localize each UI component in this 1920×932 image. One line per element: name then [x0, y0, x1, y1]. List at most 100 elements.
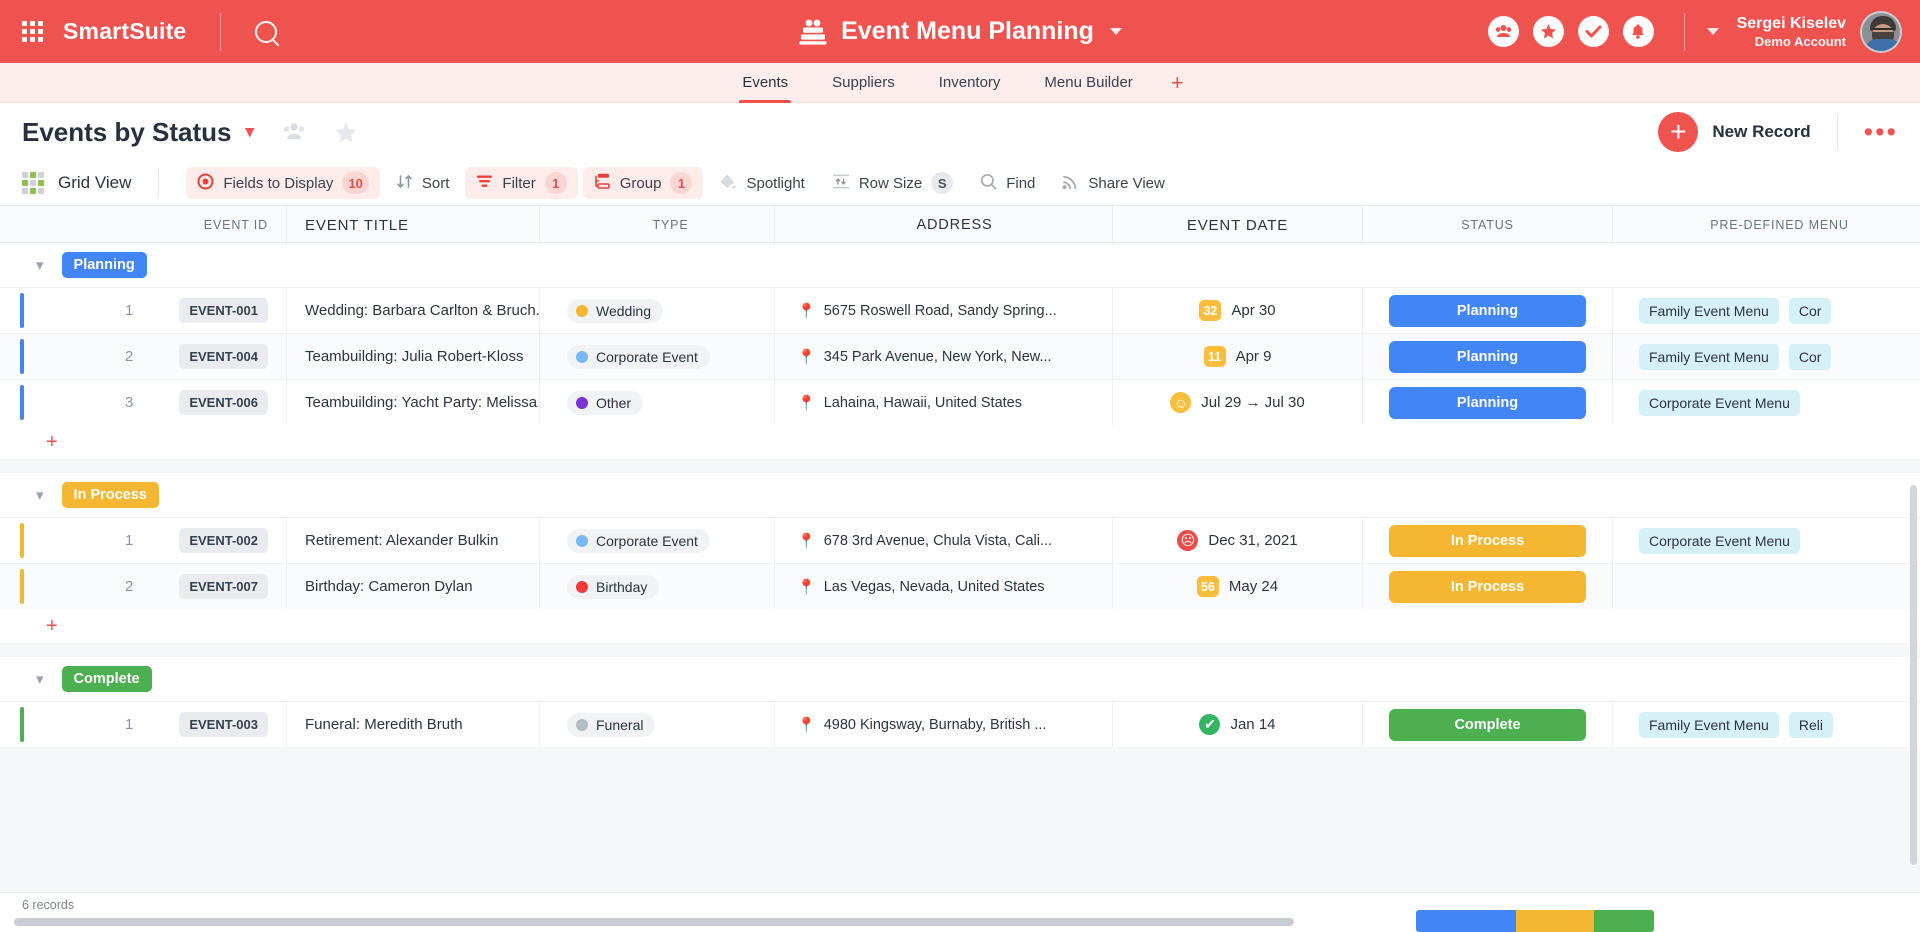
table-row[interactable]: 1 EVENT-002 Retirement: Alexander Bulkin Co…	[0, 517, 1920, 563]
chevron-down-icon[interactable]: ▾	[246, 122, 255, 142]
cell-type[interactable]: Wedding	[540, 288, 775, 333]
group-button[interactable]: Group 1	[582, 167, 704, 199]
menu-chip[interactable]: Family Event Menu	[1639, 343, 1779, 370]
grid-view-switcher[interactable]: Grid View	[22, 172, 131, 194]
cell-pre-defined-menu[interactable]: Family Event Menu Reli	[1613, 702, 1920, 747]
table-row[interactable]: 2 EVENT-004 Teambuilding: Julia Robert-Klo…	[0, 333, 1920, 379]
cell-event-id[interactable]: 2 EVENT-004	[0, 334, 287, 379]
chevron-down-icon[interactable]: ▾	[36, 670, 44, 688]
cell-pre-defined-menu[interactable]	[1613, 564, 1920, 609]
cell-event-id[interactable]: 1 EVENT-003	[0, 702, 287, 747]
cell-address[interactable]: 📍 4980 Kingsway, Burnaby, British ...	[775, 702, 1113, 747]
column-header-address[interactable]: ADDRESS	[775, 206, 1113, 244]
cell-status[interactable]: Planning	[1363, 334, 1613, 379]
cell-address[interactable]: 📍 Las Vegas, Nevada, United States	[775, 564, 1113, 609]
cell-event-title[interactable]: Funeral: Meredith Bruth	[287, 702, 540, 747]
cell-type[interactable]: Birthday	[540, 564, 775, 609]
new-record-button[interactable]: + New Record	[1658, 112, 1811, 152]
table-row[interactable]: 3 EVENT-006 Teambuilding: Yacht Party: Mel…	[0, 379, 1920, 425]
cell-event-title[interactable]: Wedding: Barbara Carlton & Bruch...	[287, 288, 540, 333]
menu-chip[interactable]: Family Event Menu	[1639, 297, 1779, 324]
cell-status[interactable]: In Process	[1363, 564, 1613, 609]
people-icon[interactable]	[1487, 16, 1519, 47]
cell-event-id[interactable]: 3 EVENT-006	[0, 380, 287, 425]
cell-event-id[interactable]: 1 EVENT-002	[0, 518, 287, 563]
avatar[interactable]	[1860, 10, 1902, 53]
add-tab-button[interactable]: +	[1155, 65, 1200, 101]
tab-events[interactable]: Events	[720, 63, 810, 103]
cell-event-title[interactable]: Birthday: Cameron Dylan	[287, 564, 540, 609]
cell-type[interactable]: Funeral	[540, 702, 775, 747]
tab-suppliers[interactable]: Suppliers	[810, 63, 917, 103]
table-row[interactable]: 2 EVENT-007 Birthday: Cameron Dylan Birthda…	[0, 563, 1920, 609]
filter-button[interactable]: Filter 1	[465, 167, 578, 199]
cell-pre-defined-menu[interactable]: Family Event Menu Cor	[1613, 288, 1920, 333]
cell-address[interactable]: 📍 Lahaina, Hawaii, United States	[775, 380, 1113, 425]
more-horizontal-icon[interactable]: •••	[1864, 119, 1898, 146]
check-circle-icon[interactable]	[1577, 16, 1609, 47]
group-label[interactable]: Complete	[61, 666, 152, 692]
cell-event-date[interactable]: ☺ Jul 29 → Jul 30	[1113, 380, 1363, 425]
find-button[interactable]: Find	[969, 167, 1046, 199]
table-row[interactable]: 1 EVENT-001 Wedding: Barbara Carlton & Bru…	[0, 287, 1920, 333]
column-header-event-title[interactable]: EVENT TITLE	[287, 206, 540, 244]
cell-pre-defined-menu[interactable]: Corporate Event Menu	[1613, 380, 1920, 425]
cell-type[interactable]: Corporate Event	[540, 334, 775, 379]
bell-icon[interactable]	[1622, 16, 1654, 47]
star-icon[interactable]	[1532, 16, 1564, 47]
chevron-down-icon[interactable]: ▾	[36, 486, 44, 504]
star-icon[interactable]	[334, 121, 358, 144]
view-title[interactable]: Events by Status	[22, 117, 232, 148]
brand-logo[interactable]: SmartSuite	[63, 18, 186, 45]
cell-address[interactable]: 📍 345 Park Avenue, New York, New...	[775, 334, 1113, 379]
group-label[interactable]: Planning	[61, 252, 147, 278]
share-view-button[interactable]: Share View	[1051, 167, 1175, 199]
row-size-button[interactable]: Row Size S	[821, 167, 964, 199]
cell-event-id[interactable]: 1 EVENT-001	[0, 288, 287, 333]
menu-chip[interactable]: Family Event Menu	[1639, 711, 1779, 738]
column-header-status[interactable]: STATUS	[1363, 206, 1613, 244]
cell-type[interactable]: Other	[540, 380, 775, 425]
cell-event-date[interactable]: ✔ Jan 14	[1113, 702, 1363, 747]
menu-chip[interactable]: Reli	[1788, 711, 1833, 738]
cell-event-date[interactable]: ☹ Dec 31, 2021	[1113, 518, 1363, 563]
cell-event-id[interactable]: 2 EVENT-007	[0, 564, 287, 609]
group-label[interactable]: In Process	[61, 482, 159, 508]
cell-event-date[interactable]: 56 May 24	[1113, 564, 1363, 609]
tab-menu-builder[interactable]: Menu Builder	[1022, 63, 1154, 103]
add-record-row[interactable]: +	[0, 609, 1920, 643]
tab-inventory[interactable]: Inventory	[917, 63, 1023, 103]
menu-chip[interactable]: Cor	[1788, 297, 1832, 324]
cell-event-date[interactable]: 32 Apr 30	[1113, 288, 1363, 333]
sort-button[interactable]: Sort	[385, 167, 461, 199]
vertical-scrollbar[interactable]	[1910, 485, 1917, 865]
cell-status[interactable]: Complete	[1363, 702, 1613, 747]
column-header-type[interactable]: TYPE	[540, 206, 775, 244]
column-header-event-date[interactable]: EVENT DATE	[1113, 206, 1363, 244]
cell-event-title[interactable]: Retirement: Alexander Bulkin	[287, 518, 540, 563]
cell-pre-defined-menu[interactable]: Corporate Event Menu	[1613, 518, 1920, 563]
search-icon[interactable]	[255, 20, 278, 43]
cell-event-date[interactable]: 11 Apr 9	[1113, 334, 1363, 379]
column-header-event-id[interactable]: EVENT ID	[0, 206, 287, 244]
cell-event-title[interactable]: Teambuilding: Julia Robert-Kloss	[287, 334, 540, 379]
apps-grid-icon[interactable]	[22, 21, 43, 42]
chevron-down-icon[interactable]: ▾	[36, 256, 44, 274]
cell-address[interactable]: 📍 5675 Roswell Road, Sandy Spring...	[775, 288, 1113, 333]
menu-chip[interactable]: Cor	[1788, 343, 1832, 370]
add-record-row[interactable]: +	[0, 425, 1920, 459]
cell-status[interactable]: Planning	[1363, 288, 1613, 333]
horizontal-scrollbar[interactable]	[14, 918, 1294, 926]
chevron-down-icon[interactable]	[1706, 28, 1719, 35]
cell-type[interactable]: Corporate Event	[540, 518, 775, 563]
user-info[interactable]: Sergei Kiselev Demo Account	[1737, 14, 1846, 50]
column-header-pre-defined-menu[interactable]: PRE-DEFINED MENU	[1613, 206, 1920, 244]
cell-status[interactable]: In Process	[1363, 518, 1613, 563]
cell-pre-defined-menu[interactable]: Family Event Menu Cor	[1613, 334, 1920, 379]
table-row[interactable]: 1 EVENT-003 Funeral: Meredith Bruth Funeral…	[0, 701, 1920, 747]
fields-to-display-button[interactable]: Fields to Display 10	[186, 167, 380, 199]
cell-address[interactable]: 📍 678 3rd Avenue, Chula Vista, Cali...	[775, 518, 1113, 563]
menu-chip[interactable]: Corporate Event Menu	[1639, 527, 1800, 554]
spotlight-button[interactable]: Spotlight	[708, 167, 815, 199]
chevron-down-icon[interactable]	[1109, 28, 1122, 35]
